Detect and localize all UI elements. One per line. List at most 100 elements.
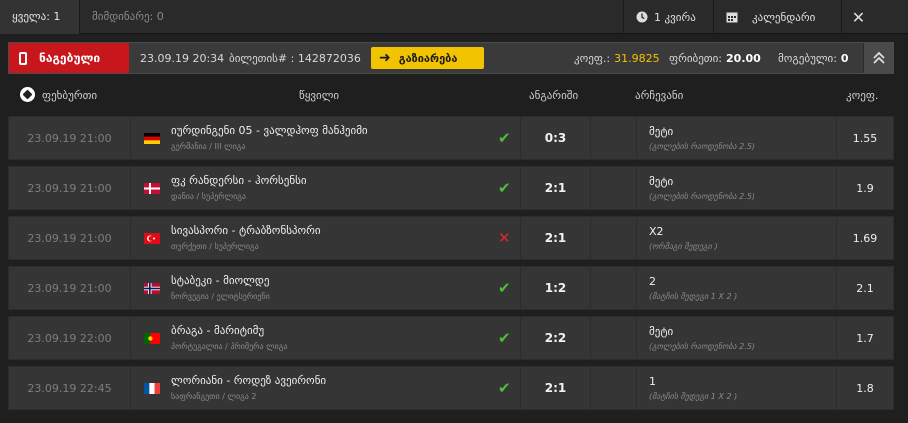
ticket-number: ბილეთის# : 142872036	[229, 51, 361, 65]
saved-label: ნაგებული	[39, 51, 101, 65]
clock-icon	[636, 11, 648, 23]
ticket-bar: ნაგებული 23.09.19 20:34 ბილეთის# : 14287…	[8, 42, 894, 74]
pick-cell: მეტი (გოლების რაოდენობა 2.5)	[637, 167, 837, 209]
event-league: პორტუგალია / პრიმერა ლიგა	[171, 342, 288, 351]
pick-name: მეტი	[649, 325, 674, 338]
calendar-button[interactable]: კალენდარი	[713, 0, 841, 34]
pick-cell: 1 (მატჩის შედეგი 1 X 2 )	[637, 367, 837, 409]
tab-live[interactable]: მიმდინარე: 0	[80, 0, 164, 34]
row-spacer	[591, 317, 637, 359]
pick-market: (მატჩის შედეგი 1 X 2 )	[649, 292, 738, 301]
saved-status-badge: ნაგებული	[9, 43, 129, 73]
event-name[interactable]: იურდინგენი 05 - ვალდჰოფ მანჰეიმი	[171, 124, 368, 137]
event-name[interactable]: ფკ რანდერსი - ჰორსენსი	[171, 174, 307, 187]
header-sport: ფეხბურთი	[42, 89, 98, 102]
tab-all[interactable]: ყველა: 1	[0, 0, 80, 34]
event-cell: სტაბეკი - მიოლდე ნორვეგია / ელიტსერიენი …	[131, 267, 521, 309]
table-row: 23.09.19 22:00 ბრაგა - მარიტიმუ პორტუგალ…	[8, 316, 894, 360]
event-name[interactable]: სტაბეკი - მიოლდე	[171, 274, 269, 287]
match-date: 23.09.19 21:00	[9, 267, 131, 309]
pick-market: (გოლების რაოდენობა 2.5)	[649, 142, 756, 151]
total-coef: კოეფ.: 31.9825	[574, 43, 660, 73]
pick-market: (მატჩის შედეგი 1 X 2 )	[649, 392, 738, 401]
event-league: საფრანგეთი / ლიგა 2	[171, 392, 257, 401]
table-row: 23.09.19 21:00 სივასპორი - ტრაბზონსპორი …	[8, 216, 894, 260]
pick-odds: 1.7	[856, 331, 874, 345]
event-name[interactable]: ბრაგა - მარიტიმუ	[171, 324, 264, 337]
share-label: გაზიარება	[398, 51, 458, 65]
freebet-label: ფრიბეთი:	[669, 51, 723, 65]
bet-list: 23.09.19 21:00 იურდინგენი 05 - ვალდჰოფ მ…	[8, 116, 894, 416]
match-date: 23.09.19 22:45	[9, 367, 131, 409]
pick-cell: X2 (ორმაგი შედეგი )	[637, 217, 837, 259]
pick-name: მეტი	[649, 125, 674, 138]
pick-name: 2	[649, 275, 656, 288]
match-score: 1:2	[521, 267, 591, 309]
loss-x-icon: ✕	[498, 229, 511, 247]
table-row: 23.09.19 21:00 იურდინგენი 05 - ვალდჰოფ მ…	[8, 116, 894, 160]
row-spacer	[591, 217, 637, 259]
collapse-button[interactable]	[863, 43, 893, 73]
event-league: ნორვეგია / ელიტსერიენი	[171, 292, 270, 301]
event-name[interactable]: ლორიანი - როდეზ ავეირონი	[171, 374, 326, 387]
match-score: 2:1	[521, 217, 591, 259]
top-actions: 1 კვირა კალენდარი ✕	[623, 0, 875, 34]
coef-label: კოეფ.:	[574, 51, 611, 65]
close-button[interactable]: ✕	[841, 0, 875, 34]
event-league: გერმანია / III ლიგა	[171, 142, 246, 151]
match-score: 0:3	[521, 117, 591, 159]
event-league: თურქეთი / სუპერლიგა	[171, 242, 259, 251]
row-spacer	[591, 367, 637, 409]
table-row: 23.09.19 21:00 სტაბეკი - მიოლდე ნორვეგია…	[8, 266, 894, 310]
event-cell: ბრაგა - მარიტიმუ პორტუგალია / პრიმერა ლი…	[131, 317, 521, 359]
top-bar: ყველა: 1 მიმდინარე: 0 1 კვირა კალენდარი …	[0, 0, 908, 34]
phone-icon	[19, 51, 27, 65]
share-arrow-icon: ➜	[379, 50, 391, 66]
pick-odds: 1.55	[852, 131, 878, 145]
row-spacer	[591, 267, 637, 309]
table-row: 23.09.19 21:00 ფკ რანდერსი - ჰორსენსი და…	[8, 166, 894, 210]
match-date: 23.09.19 21:00	[9, 217, 131, 259]
pick-name: მეტი	[649, 175, 674, 188]
header-score: ანგარიში	[529, 89, 579, 102]
header-odds: კოეფ.	[846, 89, 879, 102]
event-cell: ფკ რანდერსი - ჰორსენსი დანია / სუპერლიგა…	[131, 167, 521, 209]
double-chevron-up-icon	[872, 51, 885, 64]
table-row: 23.09.19 22:45 ლორიანი - როდეზ ავეირონი …	[8, 366, 894, 410]
france-flag-icon	[144, 383, 160, 394]
win-check-icon: ✔	[498, 279, 511, 297]
pick-cell: მეტი (გოლების რაოდენობა 2.5)	[637, 117, 837, 159]
win-check-icon: ✔	[498, 329, 511, 347]
pick-market: (გოლების რაოდენობა 2.5)	[649, 342, 756, 351]
pick-odds: 2.1	[856, 281, 874, 295]
row-spacer	[591, 117, 637, 159]
pick-odds: 1.9	[856, 181, 874, 195]
pick-cell: 2 (მატჩის შედეგი 1 X 2 )	[637, 267, 837, 309]
winnings-amount: მოგებული: 0	[778, 43, 849, 73]
header-pick: არჩევანი	[635, 89, 684, 102]
pick-name: 1	[649, 375, 656, 388]
win-check-icon: ✔	[498, 179, 511, 197]
ticket-datetime: 23.09.19 20:34	[140, 51, 225, 65]
match-date: 23.09.19 22:00	[9, 317, 131, 359]
week-filter[interactable]: 1 კვირა	[623, 0, 713, 34]
match-score: 2:2	[521, 317, 591, 359]
winnings-value: 0	[840, 51, 849, 65]
pick-market: (ორმაგი შედეგი )	[649, 242, 718, 251]
pick-name: X2	[649, 225, 664, 238]
share-button[interactable]: ➜ გაზიარება	[371, 47, 484, 69]
event-cell: იურდინგენი 05 - ვალდჰოფ მანჰეიმი გერმანი…	[131, 117, 521, 159]
match-score: 2:1	[521, 167, 591, 209]
event-league: დანია / სუპერლიგა	[171, 192, 246, 201]
win-check-icon: ✔	[498, 129, 511, 147]
freebet-amount: ფრიბეთი: 20.00	[669, 43, 761, 73]
week-filter-label: 1 კვირა	[654, 10, 696, 24]
pick-market: (გოლების რაოდენობა 2.5)	[649, 192, 756, 201]
calendar-icon	[726, 12, 738, 23]
event-name[interactable]: სივასპორი - ტრაბზონსპორი	[171, 224, 321, 237]
soccer-ball-icon	[20, 87, 35, 102]
denmark-flag-icon	[144, 183, 160, 194]
match-date: 23.09.19 21:00	[9, 167, 131, 209]
match-date: 23.09.19 21:00	[9, 117, 131, 159]
table-header: ფეხბურთი წყვილი ანგარიში არჩევანი კოეფ.	[8, 78, 894, 112]
